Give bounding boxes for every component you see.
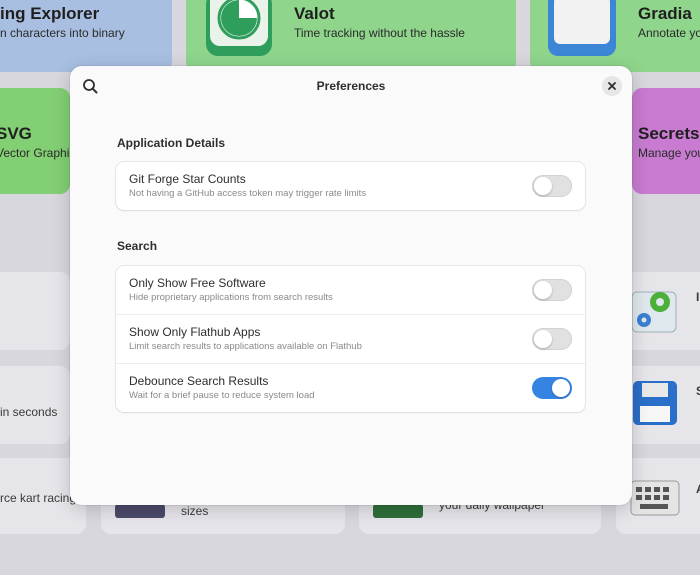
switch-knob — [534, 281, 552, 299]
floppy-disk-icon — [633, 381, 677, 425]
app-tile-secrets[interactable]: Secrets Manage you — [632, 88, 700, 194]
pref-row-only-show-free-software[interactable]: Only Show Free Software Hide proprietary… — [116, 266, 585, 315]
app-tile-subtitle: n characters into binary — [0, 26, 125, 40]
app-tile-subtitle: Vector Graphi — [0, 146, 70, 160]
app-tile-subtitle: Time tracking without the hassle — [294, 26, 465, 40]
app-tile-title: SVG — [0, 124, 32, 143]
switch-knob — [552, 379, 570, 397]
app-tile-explorer[interactable]: ing Explorer n characters into binary — [0, 0, 172, 72]
gradia-app-icon — [548, 0, 616, 56]
app-card-text: I — [696, 290, 700, 304]
dialog-header: Preferences — [70, 66, 632, 106]
pref-row-git-forge-star-counts[interactable]: Git Forge Star Counts Not having a GitHu… — [116, 162, 585, 210]
debounce-search-results-switch[interactable] — [532, 377, 572, 399]
switch-knob — [534, 177, 552, 195]
close-button[interactable] — [602, 76, 622, 96]
valot-app-icon — [206, 0, 272, 56]
app-tile-svg[interactable]: SVG Vector Graphi — [0, 88, 70, 194]
app-card[interactable] — [0, 272, 70, 350]
application-details-group: Git Forge Star Counts Not having a GitHu… — [116, 162, 585, 210]
app-card-text: in seconds — [0, 405, 58, 419]
row-subtitle: Wait for a brief pause to reduce system … — [129, 390, 315, 401]
row-subtitle: Hide proprietary applications from searc… — [129, 292, 333, 303]
keyboard-icon — [630, 480, 680, 516]
git-forge-star-counts-switch[interactable] — [532, 175, 572, 197]
preferences-dialog: Preferences Application Details Git Forg… — [70, 66, 632, 505]
row-title: Only Show Free Software — [129, 276, 266, 290]
app-tile-title: Gradia — [638, 4, 692, 23]
row-title: Git Forge Star Counts — [129, 172, 246, 186]
app-icon — [373, 504, 423, 518]
app-tile-gradia[interactable]: Gradia Annotate yo — [530, 0, 700, 72]
section-title-application-details: Application Details — [117, 136, 226, 150]
row-title: Debounce Search Results — [129, 374, 269, 388]
search-group: Only Show Free Software Hide proprietary… — [116, 266, 585, 412]
app-card-text: sizes — [181, 504, 209, 518]
app-icon — [115, 504, 165, 518]
app-tile-title: Valot — [294, 4, 335, 23]
row-title: Show Only Flathub Apps — [129, 325, 261, 339]
app-card-text: S — [696, 384, 700, 398]
app-card[interactable]: in seconds — [0, 366, 70, 444]
pref-row-show-only-flathub-apps[interactable]: Show Only Flathub Apps Limit search resu… — [116, 315, 585, 364]
app-tile-subtitle: Manage you — [638, 146, 700, 160]
only-show-free-software-switch[interactable] — [532, 279, 572, 301]
app-card-text: A — [696, 482, 700, 496]
section-title-search: Search — [117, 239, 158, 253]
app-tile-subtitle: Annotate yo — [638, 26, 700, 40]
row-subtitle: Limit search results to applications ava… — [129, 341, 362, 352]
app-tile-title: ing Explorer — [0, 4, 100, 23]
switch-knob — [534, 330, 552, 348]
app-card-text: rce kart racing — [0, 491, 77, 505]
app-tile-valot[interactable]: Valot Time tracking without the hassle — [186, 0, 516, 72]
row-subtitle: Not having a GitHub access token may tri… — [129, 188, 367, 199]
show-only-flathub-apps-switch[interactable] — [532, 328, 572, 350]
close-icon — [608, 82, 616, 90]
settings-app-icon — [631, 291, 677, 333]
dialog-title: Preferences — [316, 79, 386, 93]
pref-row-debounce-search-results[interactable]: Debounce Search Results Wait for a brief… — [116, 364, 585, 412]
app-tile-title: Secrets — [638, 124, 700, 143]
